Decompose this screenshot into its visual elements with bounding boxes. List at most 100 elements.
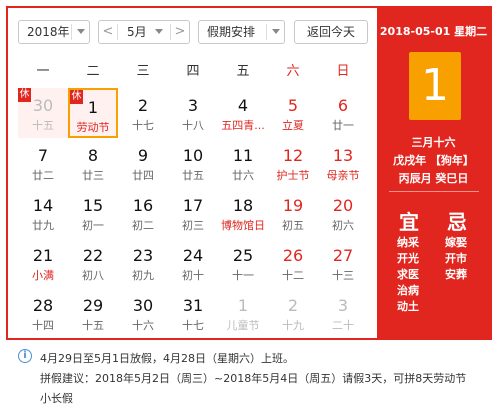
- selected-day-number: 1: [409, 52, 461, 120]
- calendar-day-cell[interactable]: 5 立夏: [268, 88, 318, 138]
- calendar-day-cell[interactable]: 7 廿二: [18, 138, 68, 188]
- calendar-day-cell[interactable]: 3 十八: [168, 88, 218, 138]
- lunar-label: 二十: [332, 319, 354, 332]
- calendar-day-cell[interactable]: 2 十九: [268, 288, 318, 338]
- lunar-label: 初二: [132, 219, 154, 232]
- calendar-day-cell[interactable]: 19 初五: [268, 188, 318, 238]
- next-month-arrow[interactable]: >: [171, 21, 189, 43]
- calendar-day-cell[interactable]: 1 儿童节: [218, 288, 268, 338]
- calendar-day-cell[interactable]: 28 十四: [18, 288, 68, 338]
- calendar-day-cell[interactable]: 22 初八: [68, 238, 118, 288]
- chevron-down-icon: [77, 29, 85, 34]
- lunar-label: 十四: [32, 319, 54, 332]
- lunar-label: 初九: [132, 269, 154, 282]
- calendar-day-cell[interactable]: 13 母亲节: [318, 138, 368, 188]
- lunar-label: 初六: [332, 219, 354, 232]
- day-number: 23: [132, 246, 154, 265]
- yi-item: 开光: [397, 252, 419, 265]
- calendar-day-cell[interactable]: 4 五四青...: [218, 88, 268, 138]
- day-number: 18: [232, 196, 254, 215]
- calendar-day-cell[interactable]: 18 博物馆日: [218, 188, 268, 238]
- weekday-label: 二: [86, 64, 100, 79]
- lunar-label: 廿二: [32, 169, 54, 182]
- calendar-day-cell[interactable]: 12 护士节: [268, 138, 318, 188]
- calendar-day-cell[interactable]: 27 十三: [318, 238, 368, 288]
- calendar-day-cell[interactable]: 休 1 劳动节: [68, 88, 118, 138]
- lunar-label: 廿九: [32, 219, 54, 232]
- day-number: 8: [87, 146, 99, 165]
- day-number: 10: [182, 146, 204, 165]
- calendar-day-cell[interactable]: 11 廿六: [218, 138, 268, 188]
- lunar-label: 十五: [82, 319, 104, 332]
- weekday-label: 六: [286, 64, 300, 79]
- day-number: 4: [237, 96, 249, 115]
- holiday-select[interactable]: 假期安排: [198, 20, 285, 44]
- calendar-day-cell[interactable]: 3 二十: [318, 288, 368, 338]
- calendar-day-cell[interactable]: 6 廿一: [318, 88, 368, 138]
- back-to-today-button[interactable]: 返回今天: [294, 20, 368, 44]
- day-number: 30: [32, 96, 54, 115]
- calendar-day-cell[interactable]: 23 初九: [118, 238, 168, 288]
- calendar-day-cell[interactable]: 8 廿三: [68, 138, 118, 188]
- yi-list: 纳采 开光 求医 治病 动土: [397, 235, 419, 315]
- day-number: 13: [332, 146, 354, 165]
- calendar-day-cell[interactable]: 21 小满: [18, 238, 68, 288]
- calendar-day-cell[interactable]: 休 30 十五: [18, 88, 68, 138]
- year-select-value: 2018年: [27, 25, 70, 39]
- calendar-day-cell[interactable]: 9 廿四: [118, 138, 168, 188]
- calendar-day-cell[interactable]: 30 十六: [118, 288, 168, 338]
- day-number: 2: [287, 296, 299, 315]
- lunar-label: 十七: [182, 319, 204, 332]
- day-number: 2: [137, 96, 149, 115]
- weekday-label: 一: [36, 64, 50, 79]
- lunar-label: 廿六: [232, 169, 254, 182]
- chevron-down-icon: [155, 29, 163, 34]
- lunar-label: 博物馆日: [221, 219, 265, 232]
- calendar-day-cell[interactable]: 17 初三: [168, 188, 218, 238]
- year-ganzhi: 戊戌年 【狗年】: [393, 154, 474, 167]
- month-day-ganzhi: 丙辰月 癸巳日: [398, 172, 469, 185]
- selected-date-header: 2018-05-01 星期二: [379, 25, 488, 38]
- lunar-label: 十八: [182, 119, 204, 132]
- year-select[interactable]: 2018年: [18, 20, 90, 44]
- ji-list: 嫁娶 开市 安葬: [445, 235, 467, 283]
- lunar-date: 三月十六: [411, 136, 456, 149]
- ji-title: 忌: [447, 210, 467, 234]
- calendar-day-cell[interactable]: 10 廿五: [168, 138, 218, 188]
- ji-item: 安葬: [445, 268, 467, 281]
- lunar-label: 小满: [32, 269, 54, 282]
- year-select-divider: [71, 24, 72, 40]
- month-select-divider-left: [117, 24, 118, 40]
- day-number: 31: [182, 296, 204, 315]
- info-icon: i: [18, 349, 32, 363]
- lunar-label: 儿童节: [226, 319, 260, 332]
- calendar-day-cell[interactable]: 14 廿九: [18, 188, 68, 238]
- lunar-label: 十五: [32, 119, 54, 132]
- day-number: 6: [337, 96, 349, 115]
- day-number: 11: [232, 146, 254, 165]
- calendar-day-cell[interactable]: 15 初一: [68, 188, 118, 238]
- lunar-label: 初十: [182, 269, 204, 282]
- calendar-day-cell[interactable]: 24 初十: [168, 238, 218, 288]
- day-number: 7: [37, 146, 49, 165]
- calendar-day-cell[interactable]: 25 十一: [218, 238, 268, 288]
- calendar-day-cell[interactable]: 31 十七: [168, 288, 218, 338]
- lunar-label: 初三: [182, 219, 204, 232]
- day-number: 16: [132, 196, 154, 215]
- weekday-label: 三: [136, 64, 150, 79]
- calendar-day-cell[interactable]: 26 十二: [268, 238, 318, 288]
- calendar-day-cell[interactable]: 20 初六: [318, 188, 368, 238]
- month-select[interactable]: < 5月 >: [98, 20, 190, 44]
- calendar-day-cell[interactable]: 29 十五: [68, 288, 118, 338]
- day-number: 17: [182, 196, 204, 215]
- prev-month-arrow[interactable]: <: [99, 21, 117, 43]
- lunar-label: 护士节: [276, 169, 310, 182]
- day-number: 15: [82, 196, 104, 215]
- holiday-info-line2: 拼假建议：2018年5月2日（周三）~2018年5月4日（周五）请假3天，可拼8…: [40, 372, 467, 385]
- calendar-day-cell[interactable]: 2 十七: [118, 88, 168, 138]
- calendar-day-cell[interactable]: 16 初二: [118, 188, 168, 238]
- day-number: 24: [182, 246, 204, 265]
- weekday-label: 日: [336, 64, 350, 79]
- lunar-label: 十二: [282, 269, 304, 282]
- weekday-header: 一二三四五六日: [18, 60, 368, 80]
